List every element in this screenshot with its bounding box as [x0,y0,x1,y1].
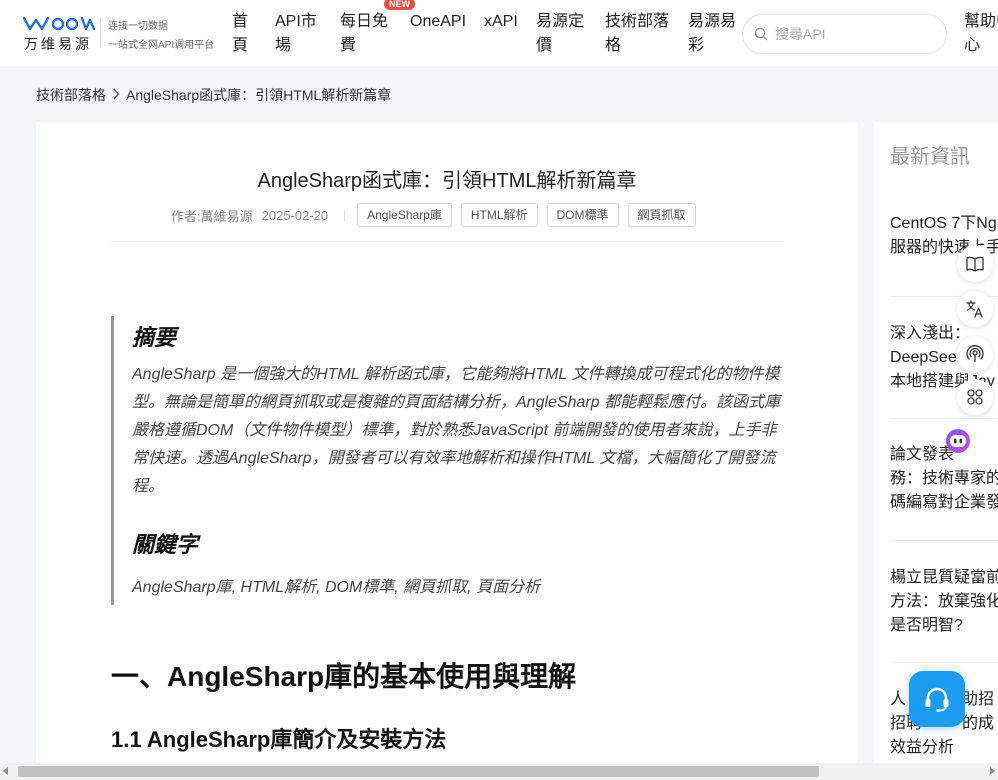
article-card: AngleSharp函式庫：引領HTML解析新篇章 作者:萬維易源 2025-0… [36,122,858,780]
news-item[interactable]: 楊立昆質疑當前 方法：放棄強化 是否明智? [890,566,998,638]
new-badge: NEW [384,0,415,10]
logo-tagline-1: 连接一切数据 [108,21,168,32]
reader-mode-button[interactable] [957,246,993,282]
nav-oneapi[interactable]: OneAPI [410,10,466,34]
horizontal-scrollbar[interactable] [0,763,998,780]
article-title: AngleSharp函式庫：引領HTML解析新篇章 [257,170,637,192]
translate-button[interactable] [957,291,993,327]
search-box[interactable] [742,14,947,54]
abstract-text: AngleSharp 是一個強大的HTML 解析函式庫，它能夠將HTML 文件轉… [132,366,781,495]
abstract-heading: 摘要 [132,325,177,350]
logo-mark-icon [22,16,96,31]
top-header: 万维易源 连接一切数据 一站式全网API调用平台 首 頁 API市 場 每日免 … [0,0,998,66]
nav-api-market[interactable]: API市 場 [275,10,317,58]
scroll-left-arrow-icon[interactable] [3,767,8,775]
apps-icon [967,389,983,405]
tag-web-scraping[interactable]: 網頁抓取 [627,203,696,227]
nav-help-center[interactable]: 幫助中 心 [964,10,998,58]
nav-xapi[interactable]: xAPI [484,10,518,34]
scroll-right-arrow-icon[interactable] [990,767,995,775]
tag-html-parsing[interactable]: HTML解析 [460,203,538,227]
news-divider [890,540,998,541]
nav-home[interactable]: 首 頁 [232,10,248,58]
tag-dom-standard[interactable]: DOM標準 [546,203,619,227]
podcast-button[interactable] [957,336,993,372]
nav-yiyuan-caicai[interactable]: 易源易 彩 [688,10,736,58]
robot-icon [946,429,970,453]
scrollbar-thumb[interactable] [18,766,819,777]
sidebar-title: 最新資訊 [890,146,970,168]
meta-divider [344,209,346,221]
translate-icon [966,300,983,318]
section-heading-1: 一、AngleSharp庫的基本使用與理解 [111,661,577,692]
nav-pricing[interactable]: 易源定 價 [536,10,584,58]
nav-tech-blog[interactable]: 技術部落 格 [605,10,669,58]
news-divider [890,662,998,663]
news-divider [890,418,998,419]
chevron-right-icon [112,87,120,103]
article-author: 作者:萬維易源 [171,208,253,224]
ai-assistant-button[interactable] [940,422,976,458]
apps-button[interactable] [957,379,993,415]
customer-support-button[interactable] [909,671,965,727]
article-meta: 作者:萬維易源 2025-02-20 AngleSharp庫 HTML解析 DO… [171,203,705,227]
title-divider [111,241,784,242]
logo-tagline-2: 一站式全网API调用平台 [108,40,215,51]
headset-icon [925,687,949,713]
subsection-heading-1-1: 1.1 AngleSharp庫簡介及安裝方法 [111,727,447,752]
nav-daily-free[interactable]: 每日免 費 [340,10,388,58]
search-icon [754,27,768,41]
abstract-block: 摘要 AngleSharp 是一個強大的HTML 解析函式庫，它能夠將HTML … [111,316,786,605]
book-icon [966,256,984,272]
logo-name: 万维易源 [24,36,92,52]
search-input[interactable] [775,24,935,44]
breadcrumb: 技術部落格 AngleSharp函式庫：引領HTML解析新篇章 [36,85,391,105]
keywords-heading: 關鍵字 [132,532,199,557]
podcast-icon [966,345,984,362]
article-date: 2025-02-20 [261,207,329,223]
keywords-text: AngleSharp庫, HTML解析, DOM標準, 網頁抓取, 頁面分析 [132,579,541,596]
site-logo[interactable]: 万维易源 连接一切数据 一站式全网API调用平台 [22,14,222,54]
logo-divider [100,18,101,48]
breadcrumb-current: AngleSharp函式庫：引領HTML解析新篇章 [126,87,392,103]
breadcrumb-root-link[interactable]: 技術部落格 [36,85,106,105]
tag-anglesharp[interactable]: AngleSharp庫 [357,203,452,227]
